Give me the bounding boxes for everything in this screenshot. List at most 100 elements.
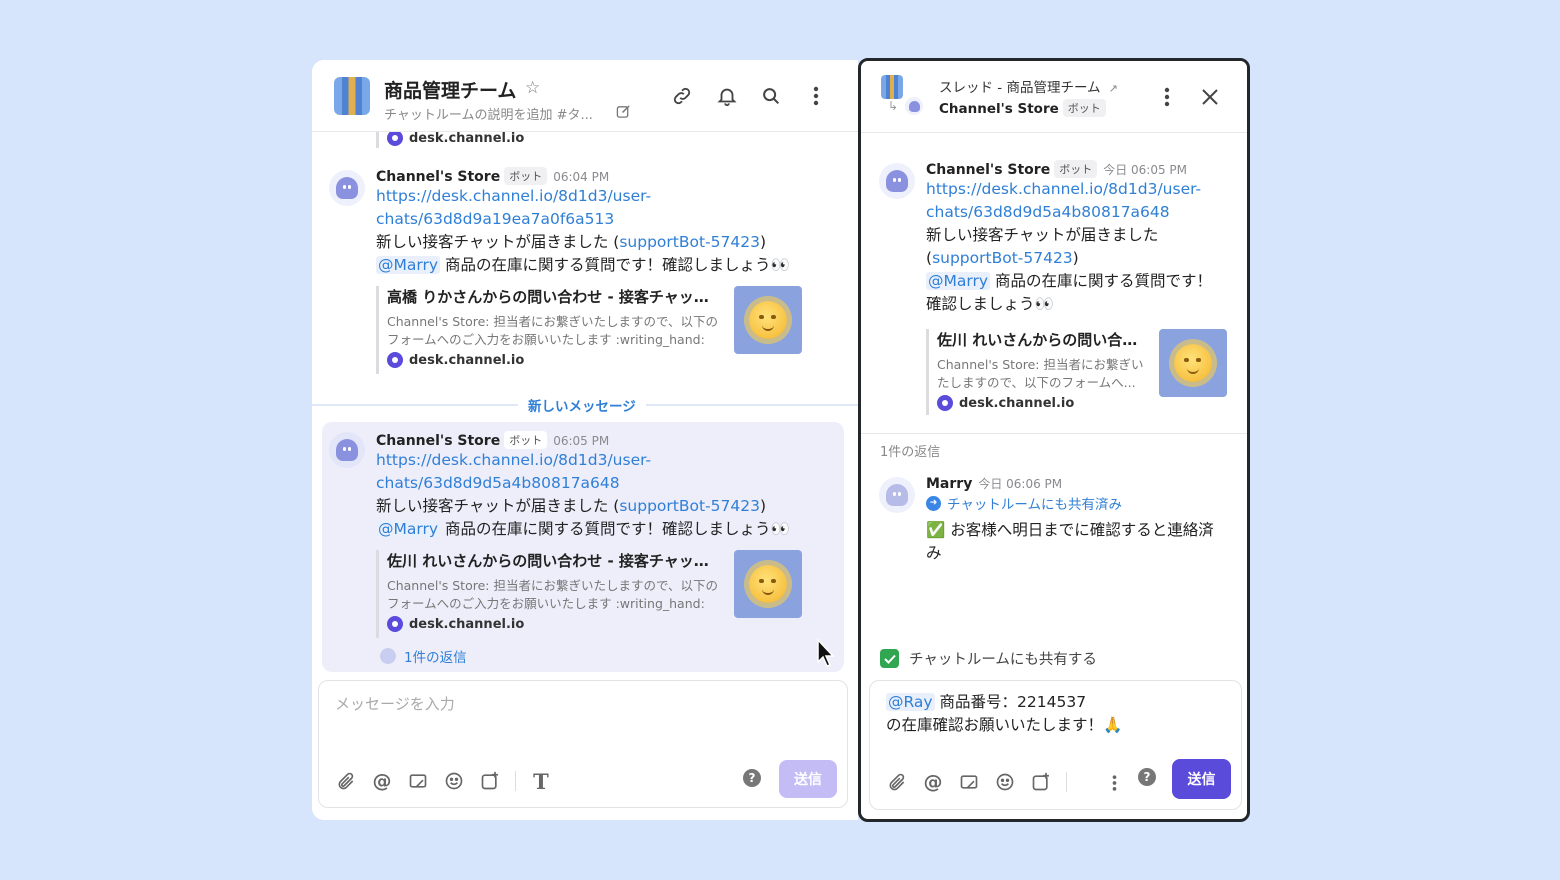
mouse-cursor-icon [816,638,836,672]
composer-more-icon[interactable] [1106,772,1122,794]
bot-avatar[interactable] [879,163,915,199]
link-preview-card[interactable]: 佐川 れいさんからの問い合わせ - 接客チャット... Channel's St… [376,550,722,638]
help-icon[interactable]: ? [1138,768,1156,786]
emoji-icon[interactable] [443,770,465,792]
bot-link[interactable]: supportBot-57423 [932,249,1073,267]
mention-marry[interactable]: @Marry [376,520,441,538]
composer-toolbar: @ T [335,769,552,794]
attach-icon[interactable] [886,771,908,793]
share-arrow-icon: ➜ [926,495,941,511]
attach-icon[interactable] [335,770,357,792]
open-external-icon[interactable]: ↗ [1109,82,1118,95]
channel-io-icon [387,352,403,368]
chat-room-panel: 商品管理チーム ☆ チャットルームの説明を追加 #タ... desk.chann… [312,60,858,820]
link-icon[interactable] [670,84,694,108]
thread-header: ↳ スレッド - 商品管理チーム ↗ Channel's Store ボット [861,61,1247,133]
thread-composer[interactable]: @Ray 商品番号：2214537 の在庫確認お願いいたします！🙏 @ ? 送信 [869,680,1242,810]
team-avatar-icon [881,75,903,99]
preview-title: 佐川 れいさんからの問い合わせ - 接客チャット... [387,552,722,570]
more-menu-icon[interactable] [1155,85,1179,109]
message-time: 06:05 PM [553,434,610,448]
preview-thumbnail[interactable] [734,550,802,618]
edit-description-icon[interactable] [616,104,631,123]
chat-link[interactable]: https://desk.channel.io/8d1d3/user-chats… [376,185,790,231]
emoji-icon[interactable] [994,771,1016,793]
preview-title: 佐川 れいさんからの問い合わ... [937,331,1148,349]
link-preview-card[interactable]: 高橋 りかさんからの問い合わせ - 接客チャット... Channel's St… [376,286,722,374]
ghost-user-icon [886,484,908,506]
ghost-bot-icon [336,439,358,461]
send-button[interactable]: 送信 [1172,759,1231,799]
thread-bot-name: Channel's Store [939,101,1059,117]
toolbar-divider [515,771,516,791]
channel-io-icon [387,616,403,632]
link-preview-card[interactable]: 佐川 れいさんからの問い合わ... Channel's Store: 担当者にお… [926,329,1148,415]
message-text-3: 確認しましょう👀 [926,295,1054,313]
bot-mini-avatar-icon [905,97,923,115]
help-icon[interactable]: ? [743,769,761,787]
favorite-star-icon[interactable]: ☆ [525,78,540,98]
thread-panel: ↳ スレッド - 商品管理チーム ↗ Channel's Store ボット Cha… [858,58,1250,822]
add-app-icon[interactable] [479,770,501,792]
message-text-2: @Marry 商品の在庫に関する質問です！ [926,272,1212,290]
thread-reply-message: Marry 今日 06:06 PM ➜ チャットルームにも共有済み ✅ お客様へ明… [861,467,1247,577]
ghost-bot-icon [886,170,908,192]
message-sender[interactable]: Channel's Store [376,169,500,185]
message-sender[interactable]: Channel's Store [376,433,500,449]
bot-avatar[interactable] [329,170,365,206]
team-avatar-icon[interactable] [334,77,370,115]
close-icon[interactable] [1198,85,1222,109]
mention-marry[interactable]: @Marry [376,256,441,274]
sun-icon [1174,344,1212,382]
chat-link[interactable]: https://desk.channel.io/8d1d3/user-chats… [926,178,1212,224]
mention-icon[interactable]: @ [922,771,944,793]
toolbar-divider [1066,772,1067,792]
sun-icon [749,301,787,339]
send-button-disabled[interactable]: 送信 [779,760,837,798]
new-messages-label: 新しいメッセージ [518,395,646,415]
bot-link[interactable]: supportBot-57423 [619,497,760,515]
message-text-2: @Marry 商品の在庫に関する質問です！確認しましょう👀 [376,256,790,274]
message-sender[interactable]: Channel's Store [926,162,1050,178]
message-item-highlighted[interactable]: Channel's Store ボット 06:05 PM https://desk.… [322,422,844,672]
snippet-icon[interactable] [407,770,429,792]
message-text-2: @Marry 商品の在庫に関する質問です！確認しましょう👀 [376,520,790,538]
room-title: 商品管理チーム [384,80,517,102]
replies-divider [861,433,1247,434]
more-menu-icon[interactable] [804,84,828,108]
checkbox-checked-icon [880,649,899,668]
bell-icon[interactable] [715,84,739,108]
message-composer[interactable]: メッセージを入力 @ T ? 送信 [318,680,848,808]
preview-thumbnail[interactable] [734,286,802,354]
message-input[interactable]: メッセージを入力 [335,693,455,714]
message-time: 06:04 PM [553,170,610,184]
user-avatar[interactable] [879,477,915,513]
thread-title[interactable]: スレッド - 商品管理チーム ↗ [939,76,1118,96]
bot-badge: ボット [1062,99,1106,117]
mention-marry[interactable]: @Marry [926,272,991,290]
search-icon[interactable] [759,84,783,108]
preview-description: Channel's Store: 担当者にお繋ぎいたしますので、以下のフォームへ… [387,578,718,611]
text-format-icon[interactable]: T [530,769,552,794]
preview-title: 高橋 りかさんからの問い合わせ - 接客チャット... [387,288,722,306]
shared-to-room-link[interactable]: ➜ チャットルームにも共有済み [926,493,1122,513]
reply-count: 1件の返信 [880,445,941,460]
message-text: 新しい接客チャットが届きました (supportBot-57423) [376,233,766,251]
channel-io-icon [937,395,953,411]
bot-link[interactable]: supportBot-57423 [619,233,760,251]
chat-link[interactable]: https://desk.channel.io/8d1d3/user-chats… [376,449,790,495]
room-description[interactable]: チャットルームの説明を追加 #タ... [384,104,593,123]
channel-io-icon [387,130,403,146]
preview-thumbnail[interactable] [1159,329,1227,397]
add-app-icon[interactable] [1030,771,1052,793]
snippet-icon[interactable] [958,771,980,793]
thread-reply-arrow-icon: ↳ [888,99,899,113]
ghost-bot-icon [336,177,358,199]
message-sender[interactable]: Marry [926,476,972,492]
thread-replies-link[interactable]: 1件の返信 [380,646,467,666]
thread-message-input[interactable]: @Ray 商品番号：2214537 の在庫確認お願いいたします！🙏 [886,691,1122,737]
mention-ray[interactable]: @Ray [886,693,935,711]
mention-icon[interactable]: @ [371,770,393,792]
bot-avatar[interactable] [329,432,365,468]
share-to-room-checkbox[interactable]: チャットルームにも共有する [880,648,1097,669]
